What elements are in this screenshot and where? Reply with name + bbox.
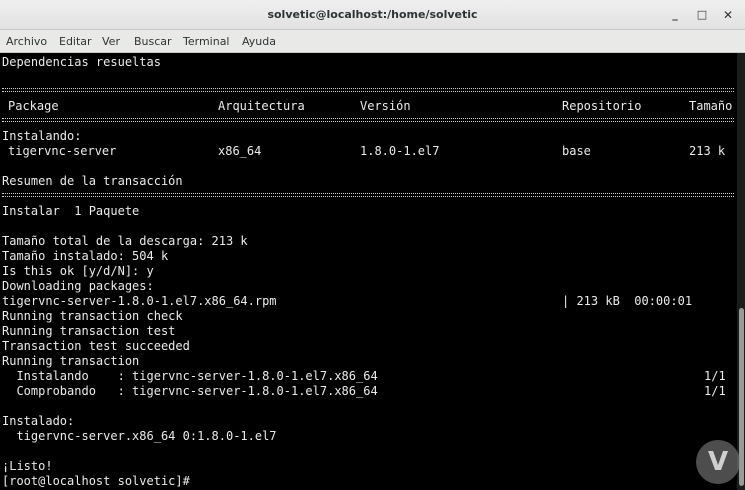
row-repo: base [562,144,591,158]
downloading-line: Downloading packages: [2,279,154,293]
row-version: 1.8.0-1.el7 [360,144,440,158]
installed-package: tigervnc-server.x86_64 0:1.8.0-1.el7 [2,429,277,443]
row-arch: x86_64 [218,144,262,158]
download-file: tigervnc-server-1.8.0-1.el7.x86_64.rpm [2,294,277,308]
title-bar[interactable]: solvetic@localhost:/home/solvetic _ □ ✕ [0,0,745,30]
done-line: ¡Listo! [2,459,53,473]
vertical-scrollbar[interactable] [737,53,745,490]
separator [2,88,734,92]
menu-bar: Archivo Editar Ver Buscar Terminal Ayuda [0,30,745,53]
run-line: Transaction test succeeded [2,339,190,353]
run-line: Running transaction test [2,324,176,338]
install-count-line: Instalar 1 Paquete [2,204,140,218]
installed-size-line: Tamaño instalado: 504 k [2,249,169,263]
summary-title: Resumen de la transacción [2,174,183,188]
download-size-line: Tamaño total de la descarga: 213 k [2,234,248,248]
installed-label: Instalado: [2,414,75,428]
confirm-line: Is this ok [y/d/N]: y [2,264,154,278]
header-repo: Repositorio [562,99,642,113]
terminal-window: solvetic@localhost:/home/solvetic _ □ ✕ … [0,0,745,490]
deps-resolved-line: Dependencias resueltas [2,55,161,69]
separator [2,193,734,197]
row-package: tigervnc-server [8,144,117,158]
header-arch: Arquitectura [218,99,305,113]
menu-editar[interactable]: Editar [59,35,92,48]
header-package: Package [8,99,59,113]
run-line: Running transaction check [2,309,183,323]
shell-prompt[interactable]: [root@localhost solvetic]# [2,474,190,489]
header-version: Versión [360,99,411,113]
menu-ver[interactable]: Ver [102,35,120,48]
window-title: solvetic@localhost:/home/solvetic [267,8,478,21]
menu-ayuda[interactable]: Ayuda [242,35,276,48]
step-installing-count: 1/1 [704,369,726,383]
step-verifying-count: 1/1 [704,384,726,398]
section-installing: Instalando: [2,129,82,143]
download-progress: | 213 kB 00:00:01 [562,294,693,308]
maximize-button[interactable]: □ [693,6,711,24]
watermark-logo: V [696,440,740,484]
minimize-button[interactable]: _ [666,6,684,24]
close-button[interactable]: ✕ [719,6,737,24]
menu-buscar[interactable]: Buscar [134,35,172,48]
step-installing: Instalando : tigervnc-server-1.8.0-1.el7… [2,369,378,383]
menu-archivo[interactable]: Archivo [6,35,47,48]
header-size: Tamaño [689,99,733,113]
row-size: 213 k [689,144,726,158]
menu-terminal[interactable]: Terminal [183,35,230,48]
run-line: Running transaction [2,354,140,368]
separator [2,118,734,122]
step-verifying: Comprobando : tigervnc-server-1.8.0-1.el… [2,384,378,398]
terminal-output[interactable]: Dependencias resueltas Package Arquitect… [0,53,737,490]
